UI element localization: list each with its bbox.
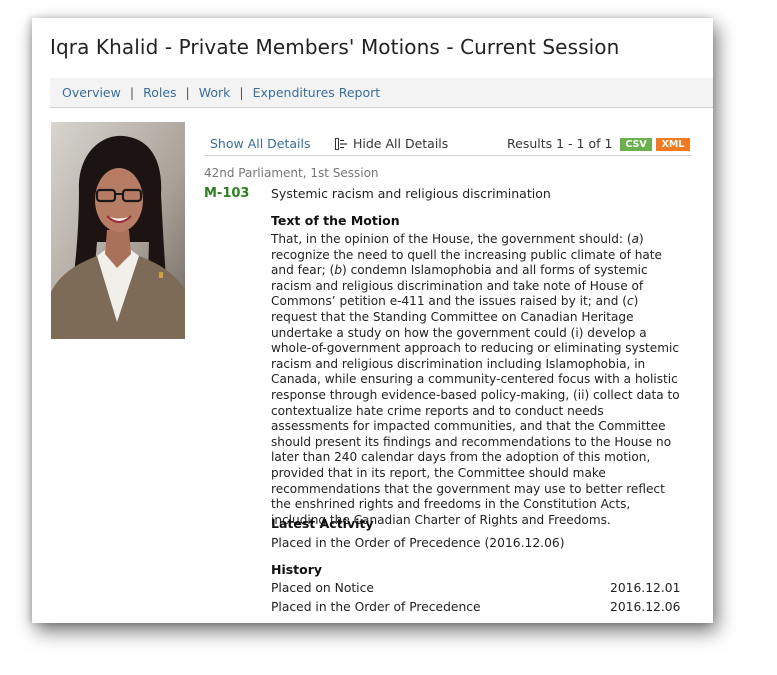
motion-text-italic-marker: b: [334, 263, 343, 278]
parliament-session: 42nd Parliament, 1st Session: [204, 166, 379, 180]
tab-overview[interactable]: Overview: [62, 85, 121, 100]
nav-separator: |: [185, 85, 190, 100]
collapse-icon: [335, 137, 347, 150]
results-toolbar: Show All Details Hide All Details Result…: [204, 133, 692, 156]
profile-card: Iqra Khalid - Private Members' Motions -…: [32, 18, 713, 623]
profile-nav: Overview | Roles | Work | Expenditures R…: [50, 78, 713, 108]
member-portrait: [51, 122, 185, 339]
motion-title: Systemic racism and religious discrimina…: [271, 186, 551, 201]
hide-all-details-label: Hide All Details: [353, 136, 449, 151]
page-title: Iqra Khalid - Private Members' Motions -…: [50, 35, 620, 59]
tab-expenditures-report[interactable]: Expenditures Report: [253, 85, 381, 100]
motion-text-italic-marker: c: [626, 294, 634, 309]
results-count: Results 1 - 1 of 1: [507, 136, 613, 151]
motion-number-link[interactable]: M-103: [204, 186, 249, 201]
history-heading: History: [271, 562, 323, 577]
history-date: 2016.12.01: [610, 581, 681, 595]
xml-export-button[interactable]: XML: [656, 138, 690, 151]
hide-all-details-link[interactable]: Hide All Details: [335, 136, 448, 151]
tab-roles[interactable]: Roles: [143, 85, 176, 100]
member-portrait-image: [51, 122, 185, 339]
motion-text-heading: Text of the Motion: [271, 213, 400, 228]
motion-text-italic-marker: a: [631, 232, 639, 246]
motion-text: That, in the opinion of the House, the g…: [271, 232, 681, 528]
motion-text-segment: ) request that the Standing Committee on…: [271, 294, 680, 527]
history-date: 2016.12.06: [610, 600, 681, 614]
show-all-details-link[interactable]: Show All Details: [210, 136, 311, 151]
nav-separator: |: [239, 85, 244, 100]
motion-text-segment: That, in the opinion of the House, the g…: [271, 232, 632, 246]
csv-export-button[interactable]: CSV: [620, 138, 652, 151]
history-event: Placed on Notice: [271, 581, 374, 595]
latest-activity-heading: Latest Activity: [271, 516, 374, 531]
nav-separator: |: [129, 85, 135, 100]
history-event: Placed in the Order of Precedence: [271, 600, 481, 614]
latest-activity-text: Placed in the Order of Precedence (2016.…: [271, 536, 565, 550]
tab-work[interactable]: Work: [199, 85, 231, 100]
